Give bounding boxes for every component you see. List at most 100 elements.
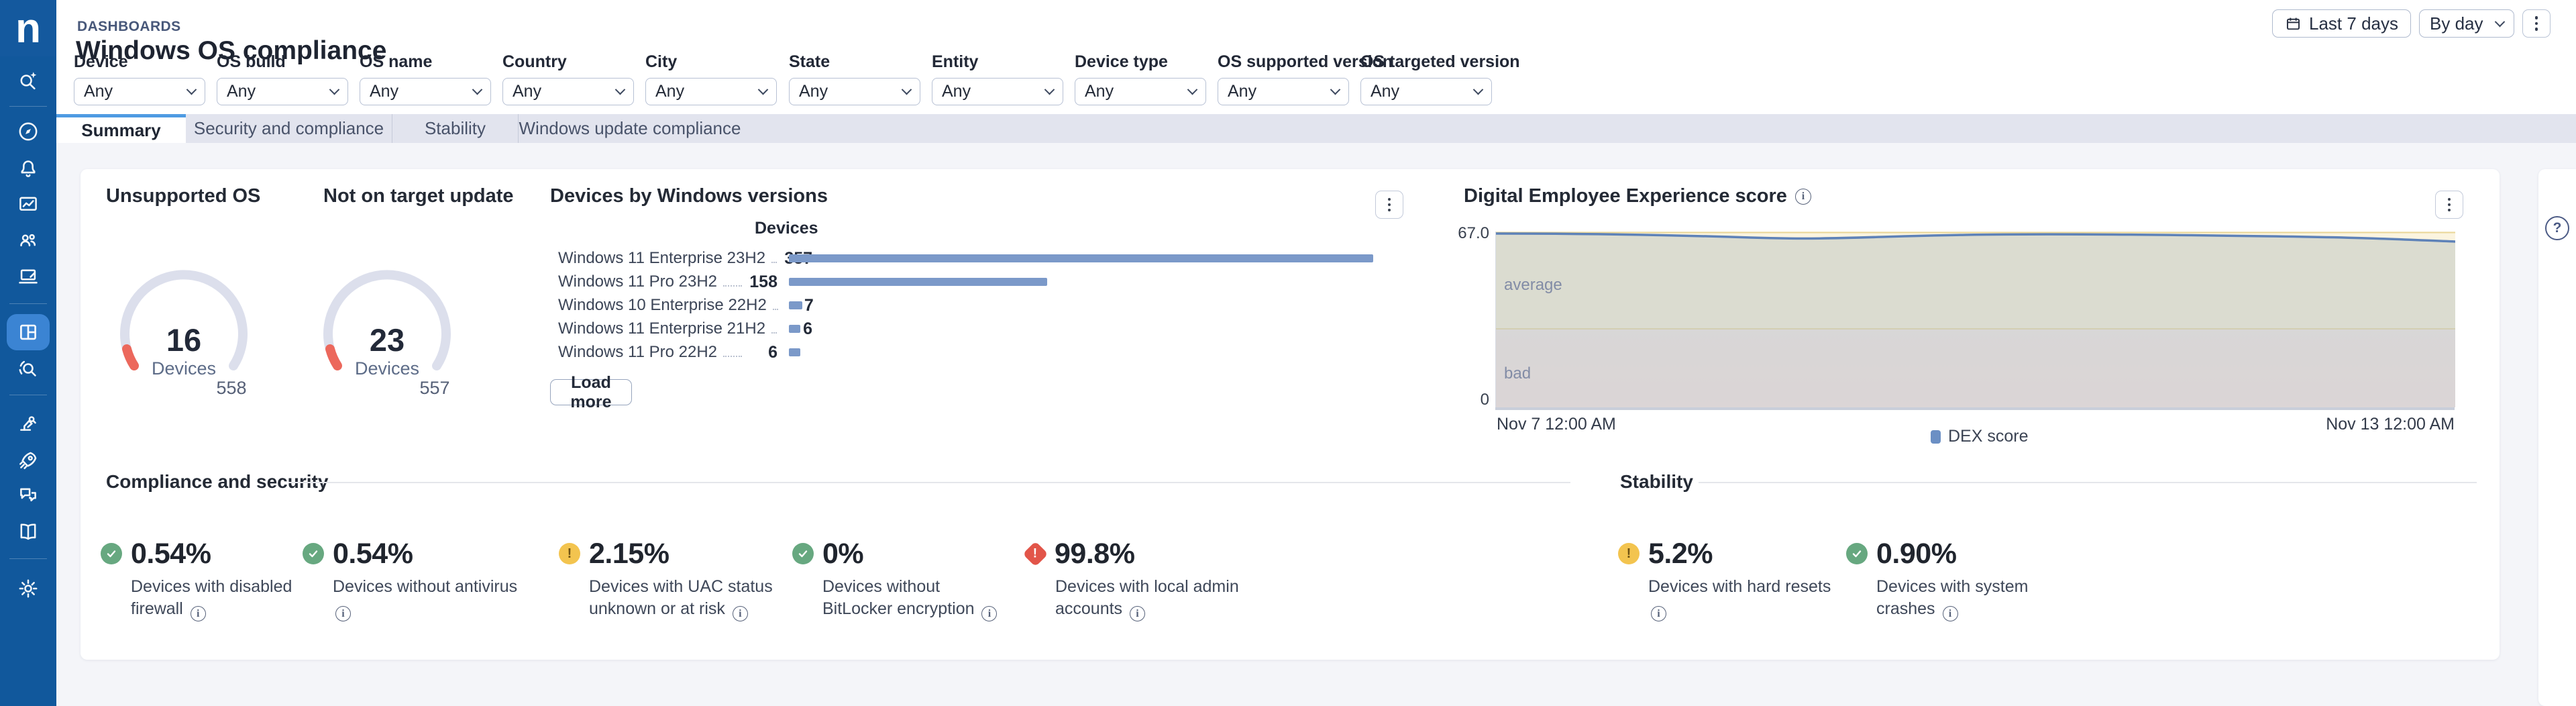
kpi-disabled-firewall: 0.54% Devices with disabled firewall i: [101, 538, 316, 621]
info-icon[interactable]: i: [1130, 606, 1145, 621]
info-icon[interactable]: i: [1795, 189, 1811, 205]
dotted-leader: [723, 285, 742, 287]
interval-select[interactable]: By day: [2419, 9, 2514, 38]
adoption-rocket-icon[interactable]: [17, 449, 40, 472]
devices-icon[interactable]: [17, 265, 40, 288]
bar-value: 158: [748, 272, 777, 292]
filter-city-select[interactable]: Any: [645, 78, 777, 105]
dashboard-kebab-menu-button[interactable]: [2522, 9, 2551, 38]
tab-stability[interactable]: Stability: [392, 114, 518, 143]
filter-device-select[interactable]: Any: [74, 78, 205, 105]
monitoring-icon[interactable]: [17, 193, 40, 215]
bar[interactable]: [789, 348, 800, 356]
breadcrumb[interactable]: DASHBOARDS: [77, 19, 181, 35]
filter-os-name-select[interactable]: Any: [360, 78, 491, 105]
zone-label-bad: bad: [1504, 364, 1531, 383]
bar[interactable]: [789, 278, 1047, 286]
info-icon[interactable]: i: [191, 606, 206, 621]
filter-entity: Entity Any: [932, 52, 1066, 105]
kpi-uac-status: ! 2.15% Devices with UAC status unknown …: [559, 538, 774, 621]
filter-os-name: OS name Any: [360, 52, 494, 105]
gauge-total: 558: [209, 378, 254, 399]
info-icon[interactable]: i: [1943, 606, 1958, 621]
interval-label: By day: [2430, 13, 2483, 34]
bar-row-win10-ent-22h2[interactable]: Windows 10 Enterprise 22H2 7: [558, 295, 777, 315]
chevron-down-icon: [615, 85, 626, 95]
library-book-icon[interactable]: [17, 520, 40, 543]
investigations-radar-icon[interactable]: [17, 357, 40, 380]
zone-label-average: average: [1504, 276, 1562, 295]
filter-country-select[interactable]: Any: [502, 78, 634, 105]
section-divider: [288, 482, 1570, 483]
dashboards-grid-icon[interactable]: [17, 321, 40, 344]
filter-label: OS supported version: [1218, 52, 1352, 72]
bar[interactable]: [789, 301, 802, 309]
filter-device-type-select[interactable]: Any: [1075, 78, 1206, 105]
ai-search-icon[interactable]: [17, 69, 40, 92]
bar-row-win11-pro-23h2[interactable]: Windows 11 Pro 23H2 158: [558, 272, 777, 292]
time-range-label: Last 7 days: [2309, 13, 2398, 34]
app-window: n: [0, 0, 2576, 706]
filter-city: City Any: [645, 52, 780, 105]
kpi-label: Devices without BitLocker encryption: [822, 577, 975, 618]
status-good-icon: [303, 543, 324, 564]
app-logo[interactable]: n: [0, 0, 56, 56]
chevron-down-icon: [1473, 85, 1484, 95]
bar[interactable]: [789, 254, 1373, 262]
info-icon[interactable]: i: [335, 606, 351, 621]
filter-value: Any: [799, 82, 828, 101]
info-icon[interactable]: i: [733, 606, 748, 621]
tab-security-and-compliance[interactable]: Security and compliance: [186, 114, 392, 143]
info-icon[interactable]: i: [981, 606, 997, 621]
bell-icon[interactable]: [17, 156, 40, 179]
chevron-down-icon: [186, 85, 197, 95]
stability-header: Stability: [1620, 471, 1693, 493]
filter-os-build-select[interactable]: Any: [217, 78, 348, 105]
dex-chart-canvas: [1496, 232, 2455, 407]
dashboard-content: Unsupported OS Not on target update 16 D…: [56, 143, 2576, 706]
kpi-value: 0.54%: [131, 538, 211, 570]
tab-bar: Summary Security and compliance Stabilit…: [56, 114, 2576, 143]
unsupported-os-gauge: 16 Devices 558: [117, 266, 251, 401]
dex-score-title: Digital Employee Experience score i: [1464, 185, 1811, 207]
workforce-icon[interactable]: [17, 229, 40, 252]
filter-label: Country: [502, 52, 637, 72]
chevron-down-icon: [902, 85, 912, 95]
tab-summary[interactable]: Summary: [56, 114, 186, 143]
chevron-down-icon: [1330, 85, 1341, 95]
info-icon[interactable]: i: [1651, 606, 1666, 621]
filter-entity-select[interactable]: Any: [932, 78, 1063, 105]
compass-icon[interactable]: [17, 120, 40, 143]
status-warning-icon: !: [1618, 543, 1640, 564]
gauge-total: 557: [413, 378, 457, 399]
bar-row-win11-ent-21h2[interactable]: Windows 11 Enterprise 21H2 6: [558, 319, 777, 339]
time-range-button[interactable]: Last 7 days: [2272, 9, 2411, 38]
filter-device: Device Any: [74, 52, 208, 105]
settings-gear-icon[interactable]: [17, 577, 40, 600]
dex-panel-kebab-menu-button[interactable]: [2435, 191, 2463, 219]
load-more-button[interactable]: Load more: [550, 379, 632, 405]
bar-row-win11-ent-23h2[interactable]: Windows 11 Enterprise 23H2 357: [558, 248, 777, 268]
engage-chat-icon[interactable]: [17, 484, 40, 507]
filter-state-select[interactable]: Any: [789, 78, 920, 105]
legend-dex-score[interactable]: DEX score: [1931, 427, 2028, 446]
dotted-leader: [771, 262, 777, 263]
x-axis-line: [1495, 407, 2455, 410]
chevron-down-icon: [1187, 85, 1198, 95]
gauge-unit: Devices: [117, 358, 251, 379]
bar-row-win11-pro-22h2[interactable]: Windows 11 Pro 22H2 6: [558, 342, 777, 362]
filter-value: Any: [1371, 82, 1399, 101]
filter-value: Any: [227, 82, 256, 101]
bar-panel-kebab-menu-button[interactable]: [1375, 191, 1403, 219]
automation-robot-arm-icon[interactable]: [17, 411, 40, 434]
tab-windows-update-compliance[interactable]: Windows update compliance: [518, 114, 741, 143]
status-good-icon: [792, 543, 814, 564]
bar[interactable]: [789, 325, 800, 333]
filter-value: Any: [370, 82, 398, 101]
filter-os-supported-version-select[interactable]: Any: [1218, 78, 1349, 105]
help-button[interactable]: ?: [2545, 216, 2569, 240]
kpi-value: 0.90%: [1876, 538, 1956, 570]
not-on-target-update-gauge: 23 Devices 557: [320, 266, 454, 401]
filter-os-targeted-version-select[interactable]: Any: [1360, 78, 1492, 105]
filter-os-build: OS build Any: [217, 52, 351, 105]
